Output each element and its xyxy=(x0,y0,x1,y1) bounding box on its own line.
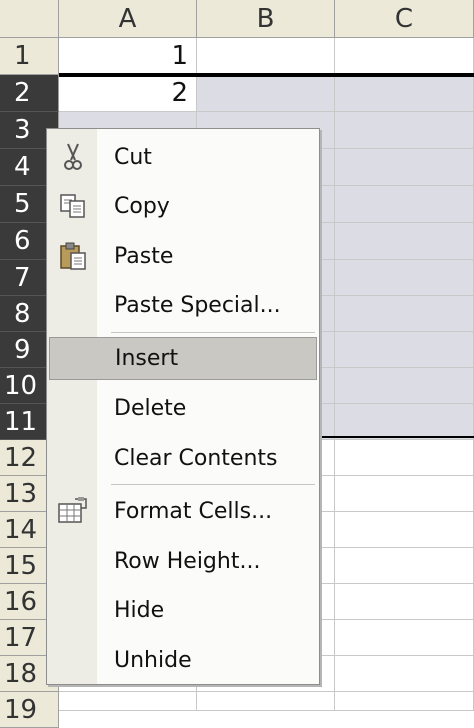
menu-item-cut[interactable]: Cut xyxy=(49,137,317,177)
menu-item-delete[interactable]: Delete xyxy=(49,388,317,428)
cell-c5[interactable] xyxy=(335,186,474,223)
row-header-1[interactable]: 1 xyxy=(0,38,59,75)
menu-item-format-cells[interactable]: Format Cells... xyxy=(49,491,317,531)
copy-icon xyxy=(57,190,89,222)
cell-c2[interactable] xyxy=(335,75,474,112)
cell-c15[interactable] xyxy=(335,548,474,584)
menu-item-hide[interactable]: Hide xyxy=(49,590,317,630)
menu-item-clear-contents[interactable]: Clear Contents xyxy=(49,438,317,478)
menu-item-copy-label: Copy xyxy=(114,193,170,219)
cell-c4[interactable] xyxy=(335,149,474,186)
row-header-2[interactable]: 2 xyxy=(0,75,59,112)
cell-c18[interactable] xyxy=(335,656,474,692)
menu-item-paste[interactable]: Paste xyxy=(49,236,317,276)
cell-b2[interactable] xyxy=(197,75,335,112)
cell-a1[interactable]: 1 xyxy=(59,38,197,75)
menu-item-insert-label: Insert xyxy=(115,346,179,371)
column-header-a[interactable]: A xyxy=(59,0,197,38)
cell-c9[interactable] xyxy=(335,332,474,368)
menu-item-insert[interactable]: Insert xyxy=(49,337,317,380)
menu-item-paste-special[interactable]: Paste Special... xyxy=(49,285,317,325)
cell-c11[interactable] xyxy=(335,404,474,440)
cell-c1[interactable] xyxy=(335,38,474,75)
cell-c3[interactable] xyxy=(335,112,474,149)
cell-a19[interactable] xyxy=(59,692,197,711)
column-header-c[interactable]: C xyxy=(335,0,474,38)
menu-item-delete-label: Delete xyxy=(114,395,187,421)
row-header-19[interactable]: 19 xyxy=(0,692,59,728)
menu-item-format-cells-label: Format Cells... xyxy=(114,498,273,524)
context-menu: Cut Copy Paste Paste Special... Insert D… xyxy=(46,128,320,685)
cell-c19[interactable] xyxy=(335,692,474,711)
cell-c13[interactable] xyxy=(335,476,474,512)
cell-c16[interactable] xyxy=(335,584,474,620)
menu-item-row-height[interactable]: Row Height... xyxy=(49,541,317,581)
paste-icon xyxy=(57,240,89,272)
menu-item-clear-contents-label: Clear Contents xyxy=(114,445,278,471)
menu-item-cut-label: Cut xyxy=(114,144,152,170)
menu-item-paste-label: Paste xyxy=(114,243,174,269)
menu-separator xyxy=(111,484,315,485)
cell-c7[interactable] xyxy=(335,260,474,296)
menu-item-copy[interactable]: Copy xyxy=(49,186,317,226)
menu-item-row-height-label: Row Height... xyxy=(114,548,261,574)
column-header-b[interactable]: B xyxy=(197,0,335,38)
scissors-icon xyxy=(57,141,89,173)
cell-b1[interactable] xyxy=(197,38,335,75)
cell-b19[interactable] xyxy=(197,692,335,711)
menu-item-unhide-label: Unhide xyxy=(114,647,192,673)
menu-separator xyxy=(111,332,315,333)
select-all-corner[interactable] xyxy=(0,0,59,38)
cell-c10[interactable] xyxy=(335,368,474,404)
menu-item-unhide[interactable]: Unhide xyxy=(49,640,317,680)
format-cells-icon xyxy=(57,495,89,527)
menu-item-hide-label: Hide xyxy=(114,597,165,623)
menu-item-paste-special-label: Paste Special... xyxy=(114,292,281,318)
cell-c17[interactable] xyxy=(335,620,474,656)
cell-a2[interactable]: 2 xyxy=(59,75,197,112)
cell-c6[interactable] xyxy=(335,223,474,260)
cell-c12[interactable] xyxy=(335,440,474,476)
cell-c8[interactable] xyxy=(335,296,474,332)
cell-c14[interactable] xyxy=(335,512,474,548)
